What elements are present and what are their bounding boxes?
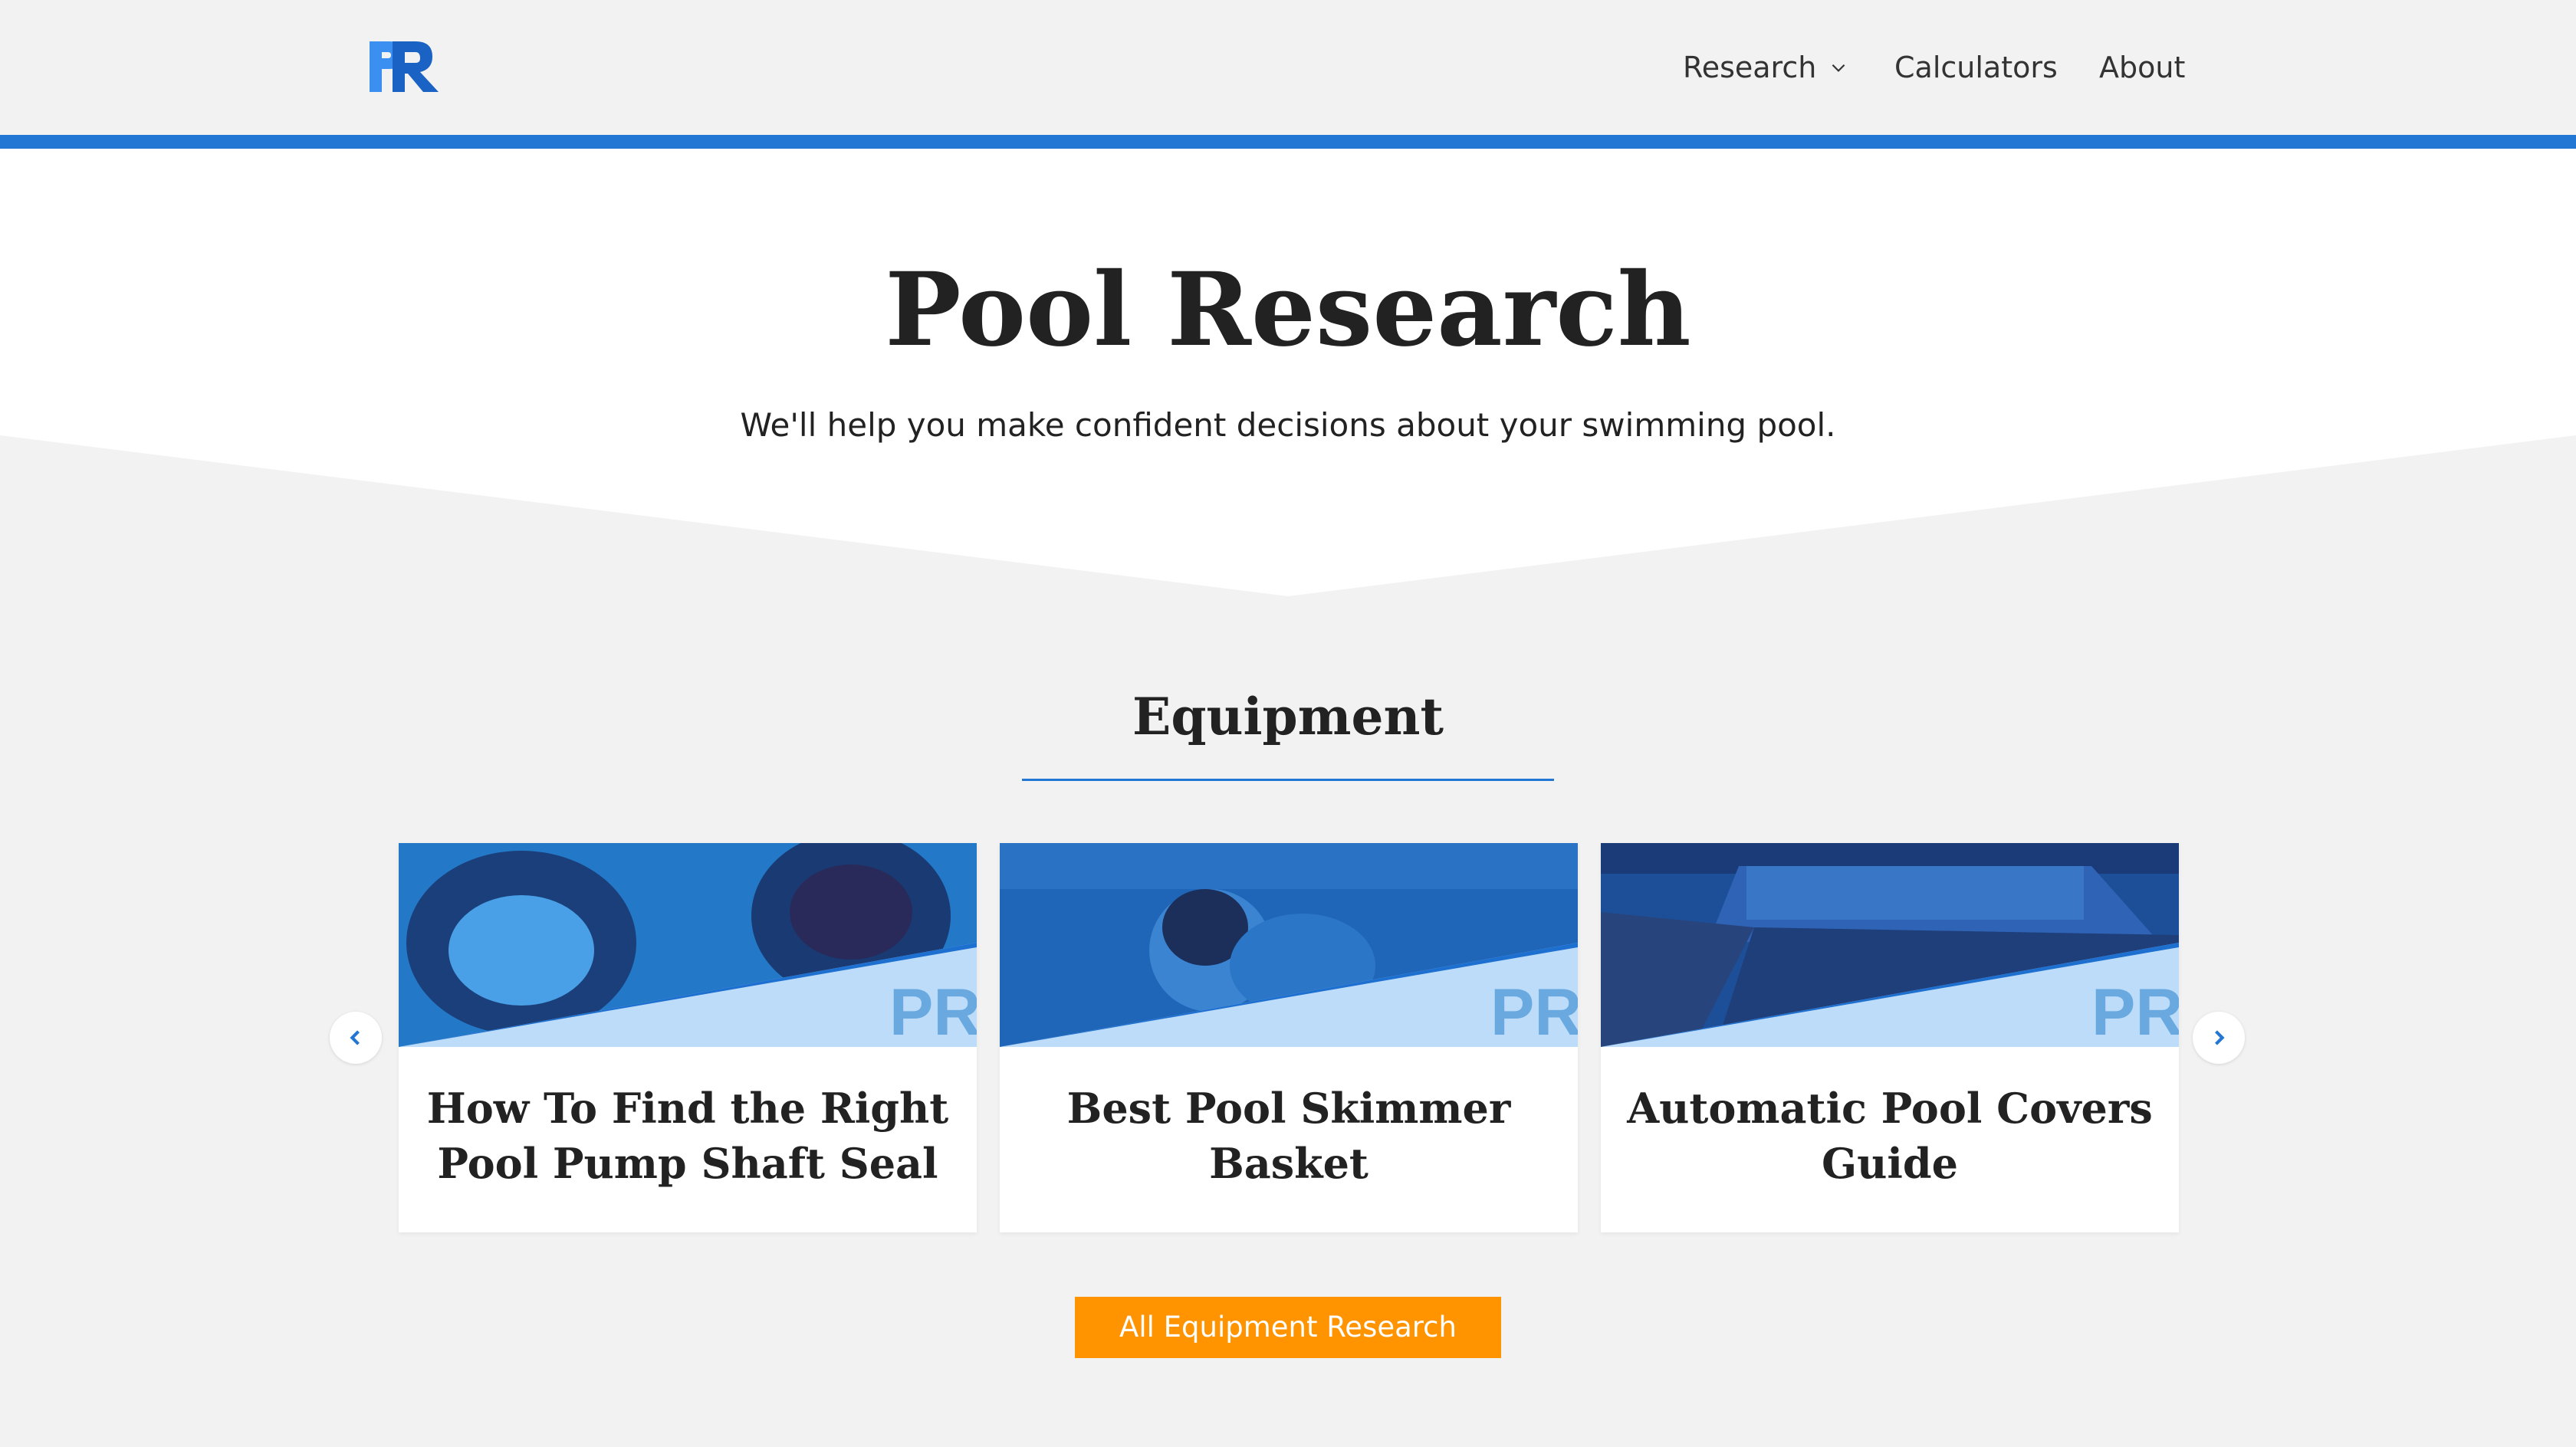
card-title: Automatic Pool Covers Guide: [1627, 1084, 2153, 1188]
card-thumbnail: PR: [1601, 843, 2179, 1047]
chevron-left-icon: [350, 1030, 360, 1045]
article-card[interactable]: PR Best Pool Skimmer Basket: [1000, 843, 1578, 1232]
card-title: Best Pool Skimmer Basket: [1066, 1084, 1511, 1188]
card-thumbnail: PR: [1000, 843, 1578, 1047]
chevron-down-icon: [1832, 64, 1845, 72]
card-title: How To Find the Right Pool Pump Shaft Se…: [426, 1084, 949, 1188]
svg-text:PR: PR: [1490, 976, 1578, 1047]
section-divider: [1022, 779, 1554, 781]
page-footer-edge: [0, 1430, 2576, 1447]
site-header: Research Calculators About: [0, 0, 2576, 135]
article-card[interactable]: PR Automatic Pool Covers Guide: [1601, 843, 2179, 1232]
header-accent-bar: [0, 135, 2576, 149]
section-title: Equipment: [1132, 687, 1444, 746]
nav-calculators-label: Calculators: [1894, 51, 2058, 84]
svg-text:PR: PR: [889, 976, 977, 1047]
chevron-right-icon: [2215, 1030, 2225, 1045]
carousel-prev-button[interactable]: [330, 1012, 382, 1064]
nav-about-label: About: [2099, 51, 2186, 84]
svg-text:PR: PR: [2091, 976, 2179, 1047]
all-equipment-research-button[interactable]: All Equipment Research: [1075, 1297, 1501, 1358]
nav-research-label: Research: [1683, 51, 1817, 84]
carousel-next-button[interactable]: [2193, 1012, 2245, 1064]
article-card[interactable]: PR How To Find the Right Pool Pump Shaft…: [399, 843, 977, 1232]
page-title: Pool Research: [885, 251, 1691, 369]
nav-calculators[interactable]: Calculators: [1894, 44, 2058, 90]
card-thumbnail: PR: [399, 843, 977, 1047]
nav-about[interactable]: About: [2099, 44, 2185, 90]
nav-research[interactable]: Research: [1683, 44, 1848, 90]
site-logo[interactable]: [368, 38, 445, 95]
page-subtitle: We'll help you make confident decisions …: [740, 406, 1836, 444]
